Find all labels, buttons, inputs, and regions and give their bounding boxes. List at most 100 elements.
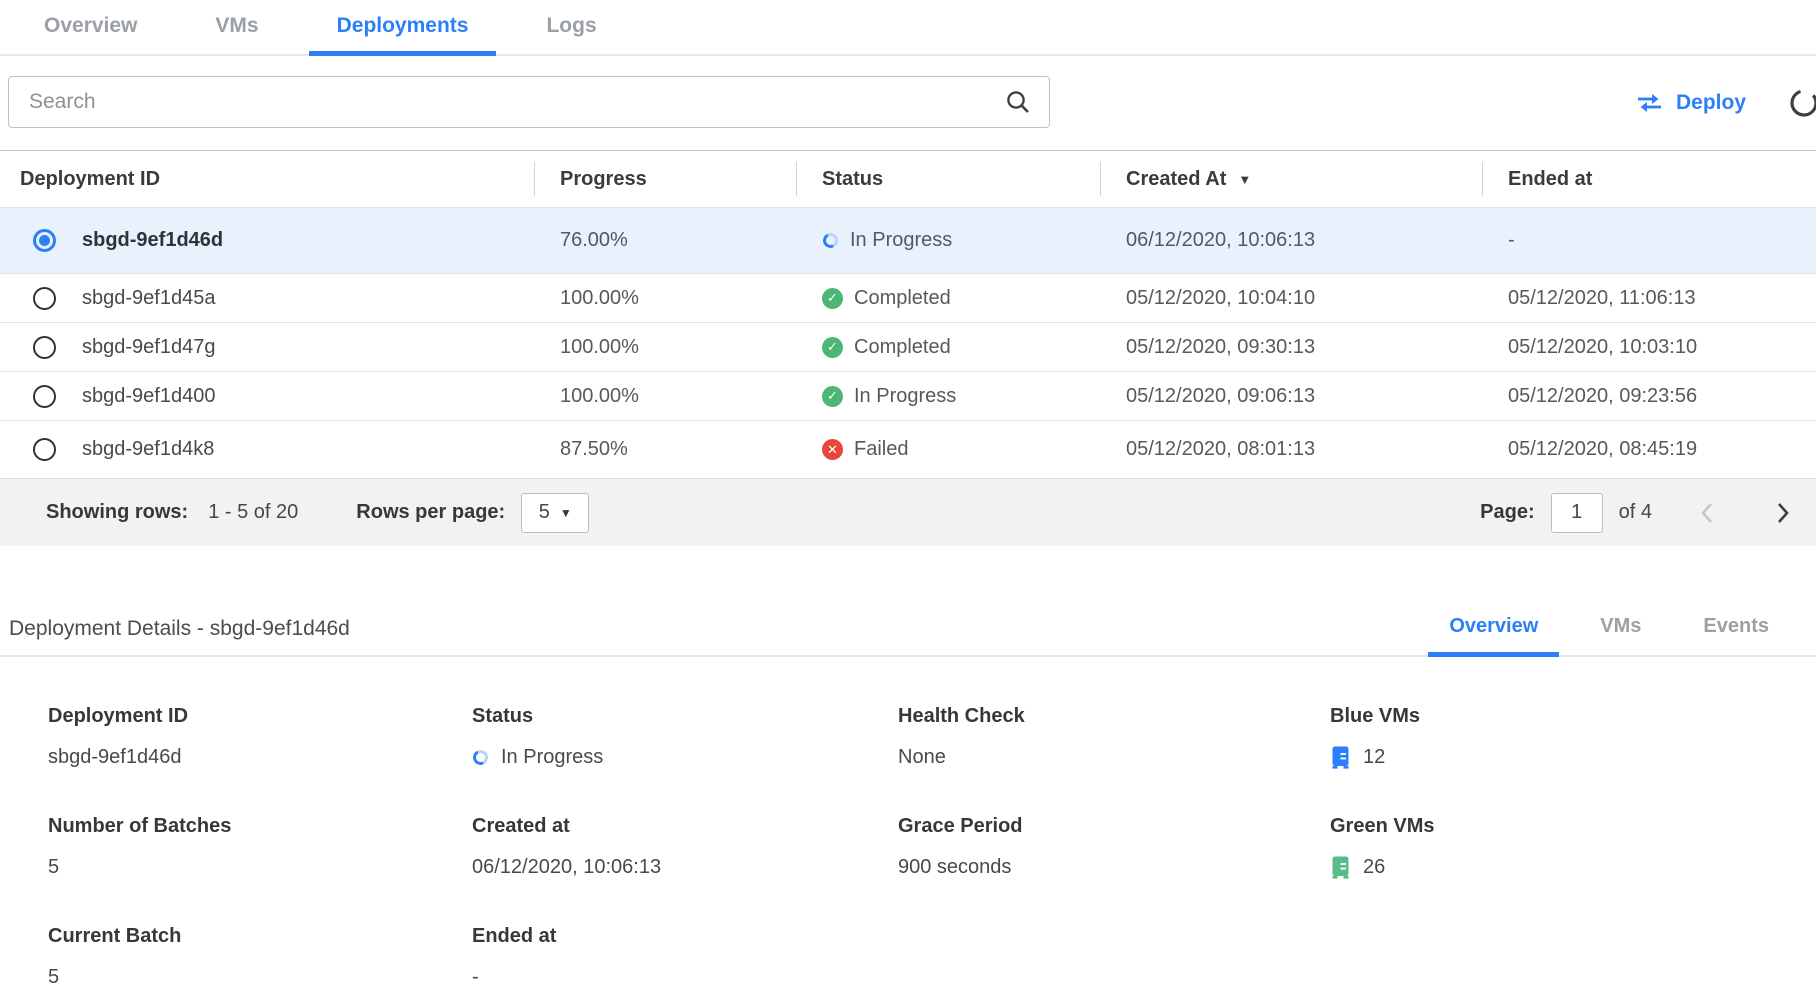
progress-value: 100.00%	[560, 385, 639, 408]
deploy-label: Deploy	[1676, 91, 1746, 115]
tab-deployments[interactable]: Deployments	[309, 0, 497, 56]
progress-value: 100.00%	[560, 287, 639, 310]
ended-at-value: 05/12/2020, 09:23:56	[1508, 385, 1697, 408]
column-header-created-at[interactable]: Created At ▼	[1100, 151, 1482, 207]
details-tab-overview[interactable]: Overview	[1428, 615, 1559, 657]
page-input[interactable]	[1552, 500, 1602, 525]
status-label: Completed	[854, 336, 951, 359]
deployment-id-cell: sbgd-9ef1d400	[0, 372, 534, 420]
field-value: None	[898, 746, 946, 769]
deployments-table: Deployment ID Progress Status Created At…	[0, 150, 1816, 546]
tab-overview[interactable]: Overview	[16, 0, 165, 56]
field-value: 5	[48, 856, 59, 879]
tab-label: Logs	[546, 14, 596, 38]
column-header-status[interactable]: Status	[796, 151, 1100, 207]
deployment-id: sbgd-9ef1d4k8	[82, 438, 214, 461]
deployments-page: Overview VMs Deployments Logs	[0, 0, 1816, 991]
detail-field-deployment-id: Deployment ID sbgd-9ef1d46d	[48, 705, 472, 771]
ended-at-cell: 05/12/2020, 08:45:19	[1482, 421, 1816, 478]
field-label: Health Check	[898, 705, 1330, 728]
tab-vms[interactable]: VMs	[187, 0, 286, 56]
status-label: Completed	[854, 287, 951, 310]
field-label: Blue VMs	[1330, 705, 1816, 728]
field-value: -	[472, 966, 479, 989]
deployment-id-cell: sbgd-9ef1d45a	[0, 274, 534, 322]
table-row[interactable]: sbgd-9ef1d47g 100.00% ✓ Completed 05/12/…	[0, 322, 1816, 371]
field-value: 12	[1363, 746, 1385, 769]
detail-field-grace-period: Grace Period 900 seconds	[898, 815, 1330, 881]
tab-label: Overview	[44, 14, 137, 38]
radio-button[interactable]	[33, 287, 56, 310]
refresh-icon	[1789, 88, 1816, 118]
ended-at-cell: 05/12/2020, 09:23:56	[1482, 372, 1816, 420]
rows-per-page-value: 5	[539, 501, 550, 524]
status-cell: ✓ In Progress	[796, 372, 1100, 420]
field-label: Grace Period	[898, 815, 1330, 838]
in-progress-spinner-icon	[821, 231, 840, 250]
deploy-button[interactable]: Deploy	[1630, 86, 1752, 120]
progress-cell: 100.00%	[534, 274, 796, 322]
prev-page-button[interactable]	[1700, 501, 1714, 525]
rows-per-page-label: Rows per page:	[356, 501, 505, 524]
detail-field-green-vms: Green VMs 26	[1330, 815, 1816, 881]
chevron-right-icon	[1776, 501, 1790, 525]
dropdown-caret-icon: ▼	[560, 506, 572, 520]
detail-field-ended-at: Ended at -	[472, 925, 898, 991]
failed-cross-icon: ✕	[822, 439, 843, 460]
progress-value: 100.00%	[560, 336, 639, 359]
tab-logs[interactable]: Logs	[518, 0, 624, 56]
field-value: In Progress	[501, 746, 603, 769]
field-label: Ended at	[472, 925, 898, 948]
field-label: Created at	[472, 815, 898, 838]
radio-button[interactable]	[33, 336, 56, 359]
field-label: Green VMs	[1330, 815, 1816, 838]
ended-at-cell: -	[1482, 208, 1816, 273]
column-label: Deployment ID	[20, 168, 160, 191]
details-tab-vms[interactable]: VMs	[1579, 615, 1662, 657]
page-input-box	[1551, 493, 1603, 533]
field-value: 900 seconds	[898, 856, 1011, 879]
deploy-swap-icon	[1636, 93, 1663, 113]
radio-button[interactable]	[33, 385, 56, 408]
refresh-button[interactable]	[1789, 88, 1816, 118]
search-icon	[1005, 89, 1031, 115]
tab-label: Overview	[1449, 615, 1538, 638]
created-at-cell: 05/12/2020, 10:04:10	[1100, 274, 1482, 322]
details-header: Deployment Details - sbgd-9ef1d46d Overv…	[0, 606, 1816, 657]
status-label: Failed	[854, 438, 908, 461]
field-value: 26	[1363, 856, 1385, 879]
tab-label: Events	[1703, 615, 1769, 638]
table-row[interactable]: sbgd-9ef1d4k8 87.50% ✕ Failed 05/12/2020…	[0, 420, 1816, 478]
created-at-cell: 06/12/2020, 10:06:13	[1100, 208, 1482, 273]
deployment-id: sbgd-9ef1d45a	[82, 287, 215, 310]
details-tab-events[interactable]: Events	[1682, 615, 1790, 657]
showing-rows-label: Showing rows:	[46, 501, 188, 524]
column-header-ended-at[interactable]: Ended at	[1482, 151, 1816, 207]
column-header-deployment-id[interactable]: Deployment ID	[0, 151, 534, 207]
table-footer: Showing rows: 1 - 5 of 20 Rows per page:…	[0, 478, 1816, 546]
field-value: 06/12/2020, 10:06:13	[472, 856, 661, 879]
sort-desc-icon: ▼	[1238, 172, 1251, 187]
detail-field-health-check: Health Check None	[898, 705, 1330, 771]
column-label: Progress	[560, 168, 647, 191]
deployment-id: sbgd-9ef1d46d	[82, 229, 223, 252]
field-value: 5	[48, 966, 59, 989]
created-at-value: 06/12/2020, 10:06:13	[1126, 229, 1315, 252]
top-tab-bar: Overview VMs Deployments Logs	[0, 0, 1816, 56]
table-row[interactable]: sbgd-9ef1d45a 100.00% ✓ Completed 05/12/…	[0, 273, 1816, 322]
table-row[interactable]: sbgd-9ef1d46d 76.00% In Progress 06/12/2…	[0, 207, 1816, 273]
ended-at-cell: 05/12/2020, 10:03:10	[1482, 323, 1816, 371]
search-input[interactable]	[27, 89, 1005, 115]
rows-per-page-select[interactable]: 5 ▼	[521, 493, 589, 533]
deployment-id-cell: sbgd-9ef1d47g	[0, 323, 534, 371]
created-at-value: 05/12/2020, 09:30:13	[1126, 336, 1315, 359]
radio-button[interactable]	[33, 229, 56, 252]
radio-button[interactable]	[33, 438, 56, 461]
completed-check-icon: ✓	[822, 337, 843, 358]
field-label: Deployment ID	[48, 705, 472, 728]
column-header-progress[interactable]: Progress	[534, 151, 796, 207]
next-page-button[interactable]	[1776, 501, 1790, 525]
deployment-details-section: Deployment Details - sbgd-9ef1d46d Overv…	[0, 606, 1816, 991]
status-label: In Progress	[854, 385, 956, 408]
table-row[interactable]: sbgd-9ef1d400 100.00% ✓ In Progress 05/1…	[0, 371, 1816, 420]
